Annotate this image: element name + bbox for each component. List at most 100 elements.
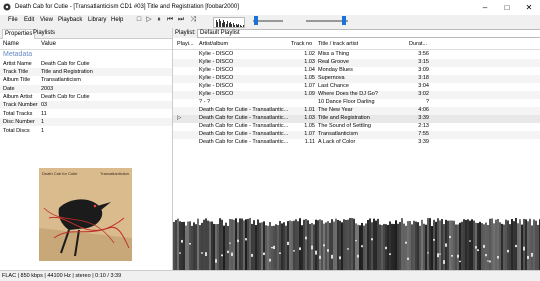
- spectrogram-column: [451, 220, 453, 270]
- spectrogram-highlight: [371, 238, 373, 241]
- spectrogram-column: [233, 219, 235, 270]
- spectrogram-column: [495, 219, 497, 270]
- spectrogram-column: [265, 225, 267, 270]
- playlist-row[interactable]: Kylie - DISCO 1.05 Supernova 3:18: [173, 75, 540, 83]
- menu-view[interactable]: View: [40, 17, 53, 23]
- playlist-row-now-playing[interactable]: ▷ Death Cab for Cutie - Transatlantic...…: [173, 115, 540, 123]
- spectrogram-column: [223, 225, 225, 270]
- playlist-row[interactable]: Kylie - DISCO 1.03 Real Groove 3:15: [173, 59, 540, 67]
- spectrogram-highlight: [279, 252, 281, 254]
- spectrogram-column: [333, 221, 335, 270]
- spectrogram-highlight: [311, 245, 313, 250]
- spectrogram-column: [247, 218, 249, 270]
- spectrogram-column: [427, 218, 429, 270]
- volume-handle[interactable]: [342, 16, 346, 25]
- menu-library[interactable]: Library: [88, 17, 106, 23]
- playlist-row[interactable]: ? - ? 10 Dance Floor Darling ?: [173, 99, 540, 107]
- col-duration-header[interactable]: Durat...: [409, 41, 427, 47]
- spectrogram-column: [191, 225, 193, 270]
- spectrogram-highlight: [437, 253, 439, 258]
- property-row[interactable]: Album Title Transatlanticism: [0, 76, 172, 84]
- playlist-row[interactable]: Death Cab for Cutie - Transatlantic... 1…: [173, 123, 540, 131]
- menu-playback[interactable]: Playback: [58, 17, 82, 23]
- close-icon[interactable]: ✕: [518, 0, 540, 15]
- spectrogram-visualizer: [173, 216, 540, 270]
- property-name: Track Number: [3, 102, 38, 108]
- menu-edit[interactable]: Edit: [24, 17, 34, 23]
- spectrogram-column: [391, 223, 393, 270]
- property-row[interactable]: Track Title Title and Registration: [0, 68, 172, 76]
- spectrogram-column: [433, 219, 435, 270]
- playlist-row[interactable]: Kylie - DISCO 1.04 Monday Blues 3:09: [173, 67, 540, 75]
- playlist-row[interactable]: Kylie - DISCO 1.09 Where Does the DJ Go?…: [173, 91, 540, 99]
- col-value-header[interactable]: Value: [41, 41, 56, 47]
- spectrogram-column: [487, 224, 489, 270]
- menu-file[interactable]: File: [8, 17, 18, 23]
- col-playing-header[interactable]: Playi...: [177, 41, 194, 47]
- property-row[interactable]: Album Artist Death Cab for Cutie: [0, 93, 172, 101]
- row-title: Title and Registration: [318, 115, 370, 121]
- maximize-icon[interactable]: □: [496, 0, 518, 15]
- pause-icon[interactable]: ⏸: [155, 16, 163, 24]
- playlist-dropdown[interactable]: Default Playlist: [197, 29, 540, 38]
- spectrogram-column: [403, 223, 405, 270]
- seek-handle[interactable]: [254, 16, 258, 25]
- spectrogram-highlight: [451, 255, 453, 257]
- property-value: Death Cab for Cutie: [41, 94, 90, 100]
- col-title-header[interactable]: Title / track artist: [318, 41, 358, 47]
- tab-playlists[interactable]: Playlists: [31, 29, 57, 38]
- row-track-no: 1.03: [304, 115, 315, 121]
- spectrogram-column: [253, 220, 255, 270]
- spectrogram-column: [405, 225, 407, 270]
- spectrogram-highlight: [245, 238, 247, 241]
- spectrogram-highlight: [405, 241, 407, 244]
- spectrogram-highlight: [507, 249, 509, 253]
- spectrogram-column: [365, 223, 367, 270]
- playlist-row[interactable]: Death Cab for Cutie - Transatlantic... 1…: [173, 131, 540, 139]
- shuffle-icon[interactable]: ⤨: [189, 16, 197, 24]
- spectrogram-highlight: [361, 245, 363, 248]
- stop-icon[interactable]: □: [135, 16, 143, 24]
- spectrogram-column: [185, 225, 187, 270]
- menu-help[interactable]: Help: [111, 17, 123, 23]
- row-artist-album: Kylie - DISCO: [199, 51, 234, 57]
- col-artist-album-header[interactable]: Artist/album: [199, 41, 228, 47]
- next-icon[interactable]: ⏭: [177, 16, 185, 24]
- spectrogram-column: [531, 225, 533, 270]
- property-value: 1: [41, 128, 45, 134]
- spectrogram-column: [463, 219, 465, 270]
- property-row[interactable]: Total Tracks 11: [0, 110, 172, 118]
- spectrogram-column: [245, 219, 247, 270]
- spectrogram-highlight: [227, 250, 229, 254]
- playlist-row[interactable]: Death Cab for Cutie - Transatlantic... 1…: [173, 139, 540, 147]
- spectrogram-highlight: [355, 240, 357, 242]
- minimize-icon[interactable]: –: [474, 0, 496, 15]
- property-row[interactable]: Artist Name Death Cab for Cutie: [0, 60, 172, 68]
- spectrogram-column: [173, 221, 175, 270]
- spectrogram-column: [395, 220, 397, 270]
- row-duration: 2:13: [418, 123, 429, 129]
- playlist-row[interactable]: Kylie - DISCO 1.07 Last Chance 3:04: [173, 83, 540, 91]
- playlist-row[interactable]: Kylie - DISCO 1.02 Miss a Thing 3:56: [173, 51, 540, 59]
- row-artist-album: Death Cab for Cutie - Transatlantic...: [199, 107, 289, 113]
- spectrogram-column: [353, 218, 355, 270]
- property-row[interactable]: Track Number 03: [0, 101, 172, 109]
- col-name-header[interactable]: Name: [3, 41, 19, 47]
- play-icon[interactable]: ▷: [145, 16, 153, 24]
- col-track-no-header[interactable]: Track no: [291, 41, 312, 47]
- spectrogram-column: [323, 223, 325, 270]
- album-art-artist: Death Cab for Cutie: [42, 171, 78, 176]
- status-bar: FLAC | 850 kbps | 44100 Hz | stereo | 0:…: [0, 270, 540, 281]
- playing-indicator: ▷: [177, 115, 182, 121]
- property-row[interactable]: Disc Number 1: [0, 118, 172, 126]
- previous-icon[interactable]: ⏮: [166, 16, 174, 24]
- playlist-selector-bar: Playlist: Default Playlist: [173, 28, 540, 38]
- spectrogram-column: [455, 224, 457, 270]
- property-value: Transatlanticism: [41, 77, 81, 83]
- playlist-row[interactable]: Death Cab for Cutie - Transatlantic... 1…: [173, 107, 540, 115]
- spectrogram-column: [263, 221, 265, 270]
- spectrogram-column: [423, 223, 425, 270]
- property-row[interactable]: Total Discs 1: [0, 127, 172, 135]
- spectrogram-highlight: [483, 244, 485, 248]
- property-row[interactable]: Date 2003: [0, 85, 172, 93]
